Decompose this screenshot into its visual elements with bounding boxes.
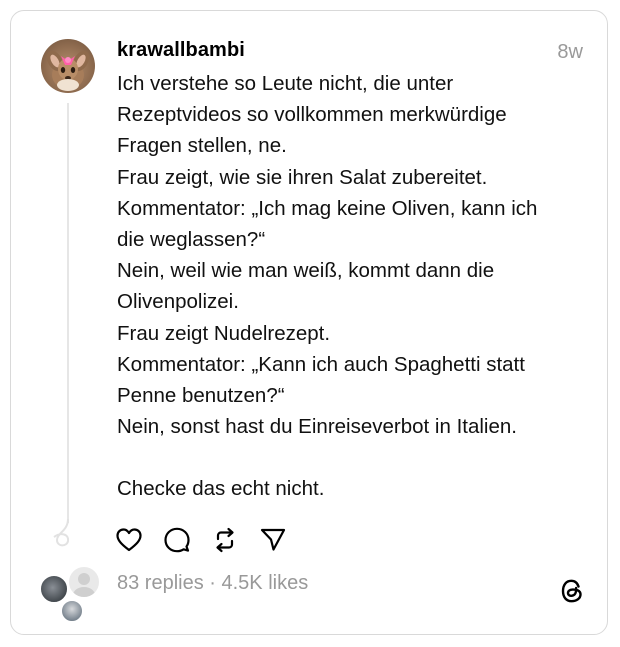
post-text-line: Kommentator: „Kann ich auch Spaghetti st… [117,352,525,376]
replier-avatar [39,574,69,604]
replier-avatar-placeholder [67,565,101,599]
share-button[interactable] [259,526,287,554]
author-avatar[interactable] [41,39,95,93]
replier-avatar [60,599,84,623]
thread-line [67,103,69,523]
post-text-line: Frau zeigt Nudelrezept. [117,321,331,345]
replies-count[interactable]: 83 replies [117,572,204,594]
post-text-line: Nein, sonst hast du Einreiseverbot in It… [117,415,517,439]
post-text-line: Penne benutzen?“ [117,384,285,408]
action-bar [115,525,287,555]
author-username[interactable]: krawallbambi [117,39,245,62]
post-text-line: Fragen stellen, ne. [117,134,287,158]
post-card: krawallbambi 8w Ich verstehe so Leute ni… [10,10,608,635]
stats-separator: · [203,572,222,594]
like-button[interactable] [115,526,143,554]
post-text-line: Frau zeigt, wie sie ihren Salat zubereit… [117,165,488,189]
post-text-line [117,442,587,473]
post-text-line: Olivenpolizei. [117,290,239,314]
send-icon [260,528,286,551]
post-timestamp: 8w [557,41,583,63]
post-text-line: Checke das echt nicht. [117,477,325,501]
heart-icon [116,528,142,552]
post-text-line: Kommentator: „Ich mag keine Oliven, kann… [117,196,538,220]
user-placeholder-icon [73,573,95,597]
post-text-line: die weglassen?“ [117,228,266,252]
repost-button[interactable] [211,526,239,554]
thread-curl-icon [53,519,70,547]
comment-bubble-icon [164,527,190,553]
post-text-line: Nein, weil wie man weiß, kommt dann die [117,259,495,283]
post-text: Ich verstehe so Leute nicht, die unter R… [117,68,587,505]
likes-count[interactable]: 4.5K likes [222,572,309,594]
threads-logo-icon[interactable] [559,577,585,605]
post-text-line: Ich verstehe so Leute nicht, die unter [117,72,454,95]
reply-button[interactable] [163,526,191,554]
post-text-line: Rezeptvideos so vollkommen merkwürdige [117,103,507,127]
avatar-image [46,50,90,91]
post-stats: 83 replies · 4.5K likes [117,572,308,595]
repost-icon [216,527,234,553]
